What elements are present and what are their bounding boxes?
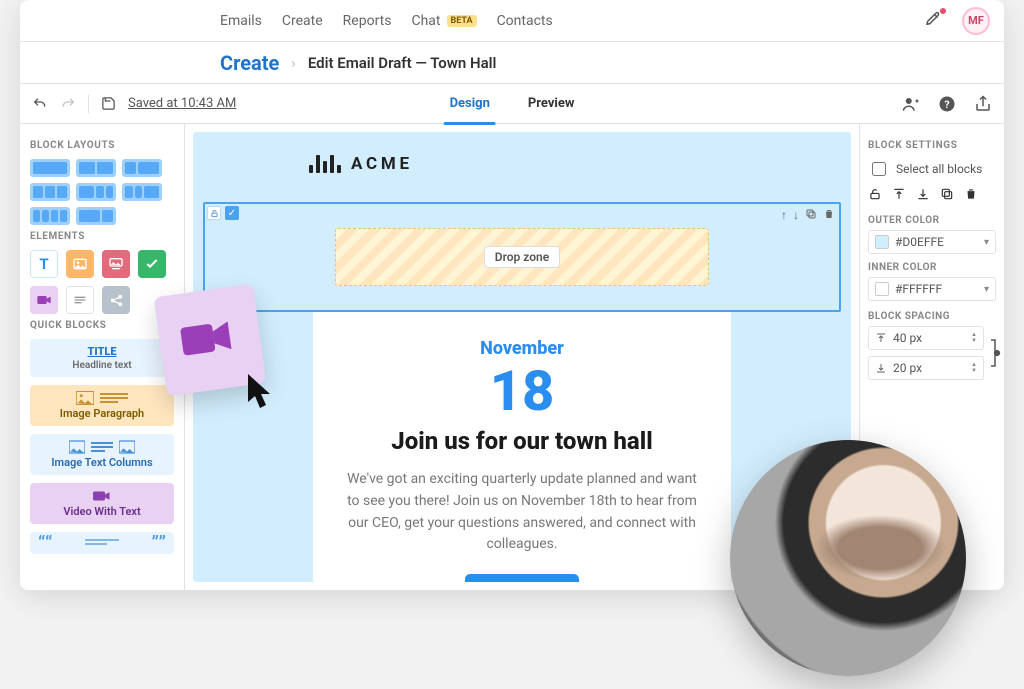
align-top-icon[interactable] <box>892 187 906 205</box>
trash-icon[interactable] <box>964 187 978 205</box>
nav-contacts[interactable]: Contacts <box>497 13 553 29</box>
quick-block-image-paragraph[interactable]: Image Paragraph <box>30 385 174 426</box>
tab-design[interactable]: Design <box>448 88 492 119</box>
spacing-top-field[interactable]: 40 px ▲▼ <box>868 326 984 350</box>
download-icon[interactable] <box>916 187 930 205</box>
rocket-icon[interactable] <box>924 10 942 32</box>
element-share[interactable] <box>102 286 130 314</box>
drop-zone[interactable]: Drop zone <box>335 228 709 286</box>
dropzone-label: Drop zone <box>484 246 560 268</box>
layouts-title: BLOCK LAYOUTS <box>30 140 174 151</box>
spacing-bottom-field[interactable]: 20 px ▲▼ <box>868 356 984 380</box>
element-image[interactable] <box>66 250 94 278</box>
layout-option[interactable] <box>122 183 162 201</box>
tab-preview[interactable]: Preview <box>526 88 577 119</box>
quick-title: QUICK BLOCKS <box>30 320 174 331</box>
unlock-icon[interactable] <box>868 187 882 205</box>
move-up-icon[interactable]: ↑ <box>781 208 787 223</box>
outer-color-field[interactable]: #D0EFFE ▾ <box>868 230 996 254</box>
selected-block[interactable]: ✓ ↑ ↓ Drop z <box>203 202 841 312</box>
inner-color-label: INNER COLOR <box>868 262 996 273</box>
redo-icon[interactable] <box>60 96 76 112</box>
cursor-icon <box>246 372 278 414</box>
nav-chat[interactable]: Chat BETA <box>411 13 476 29</box>
checked-icon[interactable]: ✓ <box>225 206 239 220</box>
element-divider[interactable] <box>66 286 94 314</box>
duplicate-icon[interactable] <box>805 208 817 223</box>
chevron-down-icon: ▾ <box>984 237 989 248</box>
element-video[interactable] <box>30 286 58 314</box>
beta-badge: BETA <box>447 15 477 27</box>
delete-icon[interactable] <box>823 208 835 223</box>
layout-option[interactable] <box>122 159 162 177</box>
body-text: We've got an exciting quarterly update p… <box>343 469 701 556</box>
nav-emails[interactable]: Emails <box>220 13 262 29</box>
svg-text:?: ? <box>944 97 949 110</box>
quick-block-image-text-cols[interactable]: Image Text Columns <box>30 434 174 475</box>
layout-option[interactable] <box>76 183 116 201</box>
layout-option[interactable] <box>30 207 70 225</box>
brand-logo: ACME <box>309 154 413 174</box>
avatar[interactable]: MF <box>962 7 990 35</box>
quick-block-video-text[interactable]: Video With Text <box>30 483 174 524</box>
top-nav: Emails Create Reports Chat BETA Contacts… <box>20 0 1004 42</box>
layout-option[interactable] <box>76 207 116 225</box>
outer-color-label: OUTER COLOR <box>868 215 996 226</box>
add-user-icon[interactable] <box>902 95 920 113</box>
element-check[interactable] <box>138 250 166 278</box>
saved-status[interactable]: Saved at 10:43 AM <box>128 96 236 111</box>
nav-reports[interactable]: Reports <box>343 13 392 29</box>
breadcrumb-main[interactable]: Create <box>220 51 279 75</box>
help-icon[interactable]: ? <box>938 95 956 113</box>
quick-block-headline[interactable]: TITLE Headline text <box>30 339 174 377</box>
layout-option[interactable] <box>76 159 116 177</box>
settings-title: BLOCK SETTINGS <box>868 140 996 151</box>
layout-option[interactable] <box>30 183 70 201</box>
layout-option[interactable] <box>30 159 70 177</box>
headline: Join us for our town hall <box>343 427 701 455</box>
copy-icon[interactable] <box>940 187 954 205</box>
share-icon[interactable] <box>974 95 992 113</box>
event-month: November <box>343 338 701 359</box>
select-all-checkbox[interactable]: Select all blocks <box>868 159 996 179</box>
lock-icon[interactable] <box>207 206 221 220</box>
chevron-right-icon: › <box>291 54 296 72</box>
nav-create[interactable]: Create <box>282 13 323 29</box>
event-day: 18 <box>343 359 701 423</box>
breadcrumb-sub: Edit Email Draft — Town Hall <box>308 54 497 72</box>
element-captioned-image[interactable] <box>102 250 130 278</box>
elements-title: ELEMENTS <box>30 231 174 242</box>
spacing-label: BLOCK SPACING <box>868 311 996 322</box>
element-text[interactable]: T <box>30 250 58 278</box>
left-sidebar: BLOCK LAYOUTS ELEMENTS T <box>20 124 185 590</box>
undo-icon[interactable] <box>32 96 48 112</box>
email-body-block[interactable]: November 18 Join us for our town hall We… <box>313 312 731 582</box>
move-down-icon[interactable]: ↓ <box>793 208 799 223</box>
save-icon[interactable] <box>101 96 116 111</box>
cta-button[interactable]: RSVP Here <box>465 574 578 582</box>
quick-block-quote[interactable]: ““ ”” <box>30 532 174 554</box>
inner-color-field[interactable]: #FFFFFF ▾ <box>868 277 996 301</box>
link-spacing-icon[interactable] <box>987 334 1003 372</box>
chevron-down-icon: ▾ <box>984 284 989 295</box>
breadcrumb: Create › Edit Email Draft — Town Hall <box>20 42 1004 84</box>
toolbar: Saved at 10:43 AM Design Preview ? <box>20 84 1004 124</box>
profile-photo <box>730 440 966 676</box>
